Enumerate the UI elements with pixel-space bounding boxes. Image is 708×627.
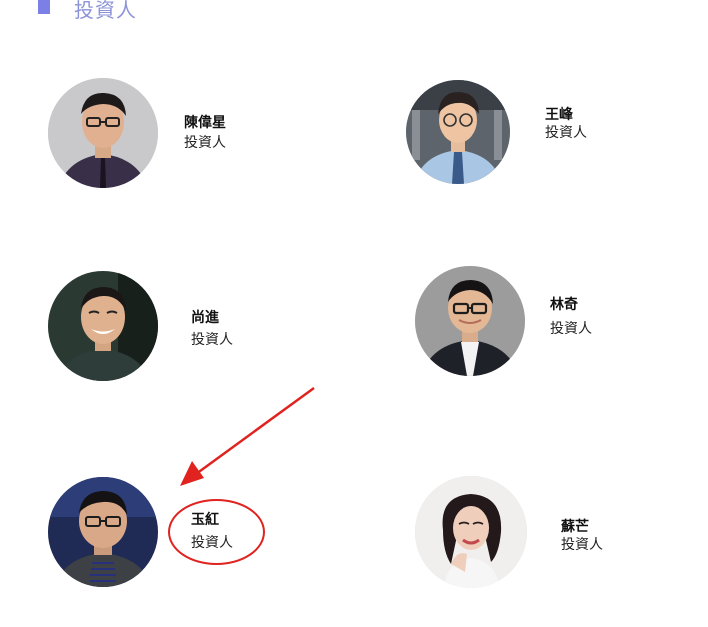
avatar[interactable] — [415, 476, 527, 588]
investor-role: 投資人 — [545, 125, 587, 141]
investor-role: 投資人 — [561, 537, 603, 553]
portrait-woman-icon — [415, 476, 527, 588]
investor-name: 尚進 — [191, 310, 219, 326]
portrait-man-glasses-suit-icon — [415, 266, 525, 376]
annotation-circle — [168, 499, 265, 565]
investor-role: 投資人 — [184, 135, 226, 151]
section-title: 投資人 — [74, 0, 137, 22]
avatar[interactable] — [415, 266, 525, 376]
portrait-man-smiling-icon — [48, 271, 158, 381]
investor-name: 陳偉星 — [184, 115, 226, 131]
investor-name: 蘇芒 — [561, 519, 589, 535]
avatar[interactable] — [48, 271, 158, 381]
investor-name: 王峰 — [545, 107, 573, 123]
portrait-man-glasses-dark-shirt-icon — [48, 78, 158, 188]
investor-role: 投資人 — [550, 321, 592, 337]
section-accent-bar — [38, 0, 50, 14]
avatar[interactable] — [406, 80, 510, 184]
investor-role: 投資人 — [191, 332, 233, 348]
investor-name: 林奇 — [550, 297, 578, 313]
avatar[interactable] — [48, 477, 158, 587]
avatar[interactable] — [48, 78, 158, 188]
portrait-man-glasses-blue-shirt-icon — [406, 80, 510, 184]
portrait-man-glasses-striped-icon — [48, 477, 158, 587]
